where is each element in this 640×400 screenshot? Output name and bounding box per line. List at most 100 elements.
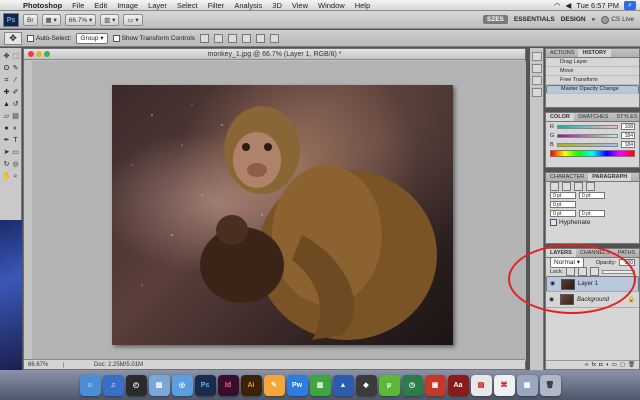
auto-select-dropdown[interactable]: Group ▾	[76, 32, 108, 44]
auto-select-checkbox[interactable]: Auto-Select:	[27, 34, 71, 42]
align-right-icon[interactable]	[269, 33, 279, 43]
dock-bridge-icon[interactable]: ◆	[355, 374, 377, 396]
dock-photoshop-icon[interactable]: Ps	[194, 374, 216, 396]
status-doc-size[interactable]: Doc: 2.25M/5.01M	[64, 362, 143, 368]
indent-left-input[interactable]: 0 pt	[550, 192, 576, 199]
dock-pages-icon[interactable]: ✎	[263, 374, 285, 396]
eyedropper-tool-icon[interactable]: ⁄	[11, 76, 20, 85]
dock-pw-icon[interactable]: Pw	[286, 374, 308, 396]
tab-swatches[interactable]: SWATCHES	[574, 113, 613, 121]
crop-tool-icon[interactable]: ⌗	[2, 76, 11, 85]
panel-strip-icon-2[interactable]	[532, 64, 542, 73]
cs-live-button[interactable]: CS Live	[601, 15, 634, 24]
history-item[interactable]: Move	[546, 67, 639, 76]
dock-illustrator-icon[interactable]: Ai	[240, 374, 262, 396]
menu-view[interactable]: View	[287, 0, 313, 11]
layer-name[interactable]: Background	[577, 297, 609, 303]
align-top-icon[interactable]	[199, 33, 209, 43]
gradient-tool-icon[interactable]: ▤	[11, 112, 20, 121]
layer-row[interactable]: ◉ Layer 1	[546, 276, 639, 292]
dodge-tool-icon[interactable]: ◐	[11, 124, 20, 133]
marquee-tool-icon[interactable]: ⬚	[11, 52, 20, 61]
hyphenate-box[interactable]	[550, 219, 557, 226]
bridge-button[interactable]: Br	[23, 13, 38, 26]
hand-tool-icon[interactable]: ✋	[2, 172, 11, 181]
dock-photo-booth-icon[interactable]: ▣	[424, 374, 446, 396]
menu-3d[interactable]: 3D	[267, 0, 287, 11]
zoom-tool-icon[interactable]: ⌕	[11, 172, 20, 181]
tab-paragraph[interactable]: PARAGRAPH	[588, 173, 632, 181]
layer-row[interactable]: ◉ Background 🔒	[546, 292, 639, 308]
dock-trash-icon[interactable]: 🗑	[539, 374, 561, 396]
tab-character[interactable]: CHARACTER	[546, 173, 588, 181]
red-slider[interactable]	[556, 124, 618, 129]
type-tool-icon[interactable]: T	[11, 136, 20, 145]
align-right-text-icon[interactable]	[574, 182, 583, 191]
lock-pixels-icon[interactable]	[578, 267, 588, 276]
menu-analysis[interactable]: Analysis	[229, 0, 267, 11]
panel-strip-icon-3[interactable]	[532, 76, 542, 85]
brush-tool-icon[interactable]: ✐	[11, 88, 20, 97]
workspace-essentials[interactable]: ESSENTIALS	[514, 16, 555, 23]
pen-tool-icon[interactable]: ✒	[2, 136, 11, 145]
clock[interactable]: Tue 6:57 PM	[576, 1, 619, 10]
show-transform-checkbox[interactable]: Show Transform Controls	[112, 34, 195, 42]
dock-keynote-icon[interactable]: ▲	[332, 374, 354, 396]
lock-position-icon[interactable]	[590, 267, 600, 276]
red-value-input[interactable]: 168	[621, 123, 635, 130]
opacity-slider[interactable]	[602, 269, 635, 274]
align-center-text-icon[interactable]	[562, 182, 571, 191]
align-hcenter-icon[interactable]	[255, 33, 265, 43]
status-zoom[interactable]: 66.67%	[24, 361, 64, 368]
document-titlebar[interactable]: monkey_1.jpg @ 66.7% (Layer 1, RGB/8) *	[24, 49, 525, 60]
quick-select-tool-icon[interactable]: ✎	[11, 64, 20, 73]
arrange-documents-button[interactable]: ▥ ▾	[100, 13, 120, 26]
align-vcenter-icon[interactable]	[213, 33, 223, 43]
show-transform-box[interactable]	[112, 34, 120, 42]
indent-first-line-input[interactable]: 0 pt	[550, 201, 576, 208]
3d-rotate-tool-icon[interactable]: ↻	[2, 160, 11, 169]
volume-icon[interactable]: ◀	[566, 1, 572, 10]
auto-select-box[interactable]	[27, 34, 34, 42]
tab-color[interactable]: COLOR	[546, 113, 574, 121]
menu-layer[interactable]: Layer	[143, 0, 172, 11]
tab-history[interactable]: HISTORY	[578, 49, 611, 57]
new-layer-icon[interactable]: ▢	[620, 362, 625, 368]
delete-layer-icon[interactable]: 🗑	[628, 362, 635, 368]
zoom-level-select[interactable]: 66.7% ▾	[64, 13, 97, 26]
dock-acrobat-icon[interactable]: ⌘	[493, 374, 515, 396]
green-value-input[interactable]: 184	[621, 132, 635, 139]
clone-stamp-tool-icon[interactable]: ▲	[2, 100, 11, 109]
dock-ichat-icon[interactable]: ◎	[171, 374, 193, 396]
dock-finder-icon[interactable]: ☺	[79, 374, 101, 396]
layer-name[interactable]: Layer 1	[578, 280, 598, 289]
history-brush-tool-icon[interactable]: ↺	[11, 100, 20, 109]
dock-preview-icon[interactable]: ▨	[148, 374, 170, 396]
document-image[interactable]	[112, 85, 453, 345]
mini-bridge-button[interactable]: ▦ ▾	[41, 13, 61, 26]
menu-file[interactable]: File	[67, 0, 89, 11]
menu-app-name[interactable]: Photoshop	[18, 0, 67, 11]
align-left-text-icon[interactable]	[550, 182, 559, 191]
blue-value-input[interactable]: 184	[621, 141, 635, 148]
move-tool-icon[interactable]: ✥	[2, 52, 11, 61]
add-mask-icon[interactable]: ◘	[599, 362, 602, 368]
history-item-selected[interactable]: Master Opacity Change	[546, 85, 639, 94]
path-selection-tool-icon[interactable]: ➤	[2, 148, 11, 157]
menu-image[interactable]: Image	[112, 0, 143, 11]
menu-select[interactable]: Select	[172, 0, 203, 11]
history-item[interactable]: Drag Layer	[546, 58, 639, 67]
menu-help[interactable]: Help	[350, 0, 375, 11]
workspace-design[interactable]: DESIGN	[561, 16, 586, 23]
healing-brush-tool-icon[interactable]: ✚	[2, 88, 11, 97]
dock-numbers-icon[interactable]: ▥	[309, 374, 331, 396]
lock-transparent-icon[interactable]	[566, 267, 576, 276]
space-after-input[interactable]: 0 pt	[579, 210, 605, 217]
3d-camera-tool-icon[interactable]: ◎	[11, 160, 20, 169]
wifi-icon[interactable]: ◠	[554, 1, 561, 10]
tab-paths[interactable]: PATHS	[614, 249, 640, 257]
green-slider[interactable]	[557, 133, 618, 138]
blur-tool-icon[interactable]: ●	[2, 124, 11, 133]
history-item[interactable]: Free Transform	[546, 76, 639, 85]
dock-dashboard-icon[interactable]: ◴	[125, 374, 147, 396]
